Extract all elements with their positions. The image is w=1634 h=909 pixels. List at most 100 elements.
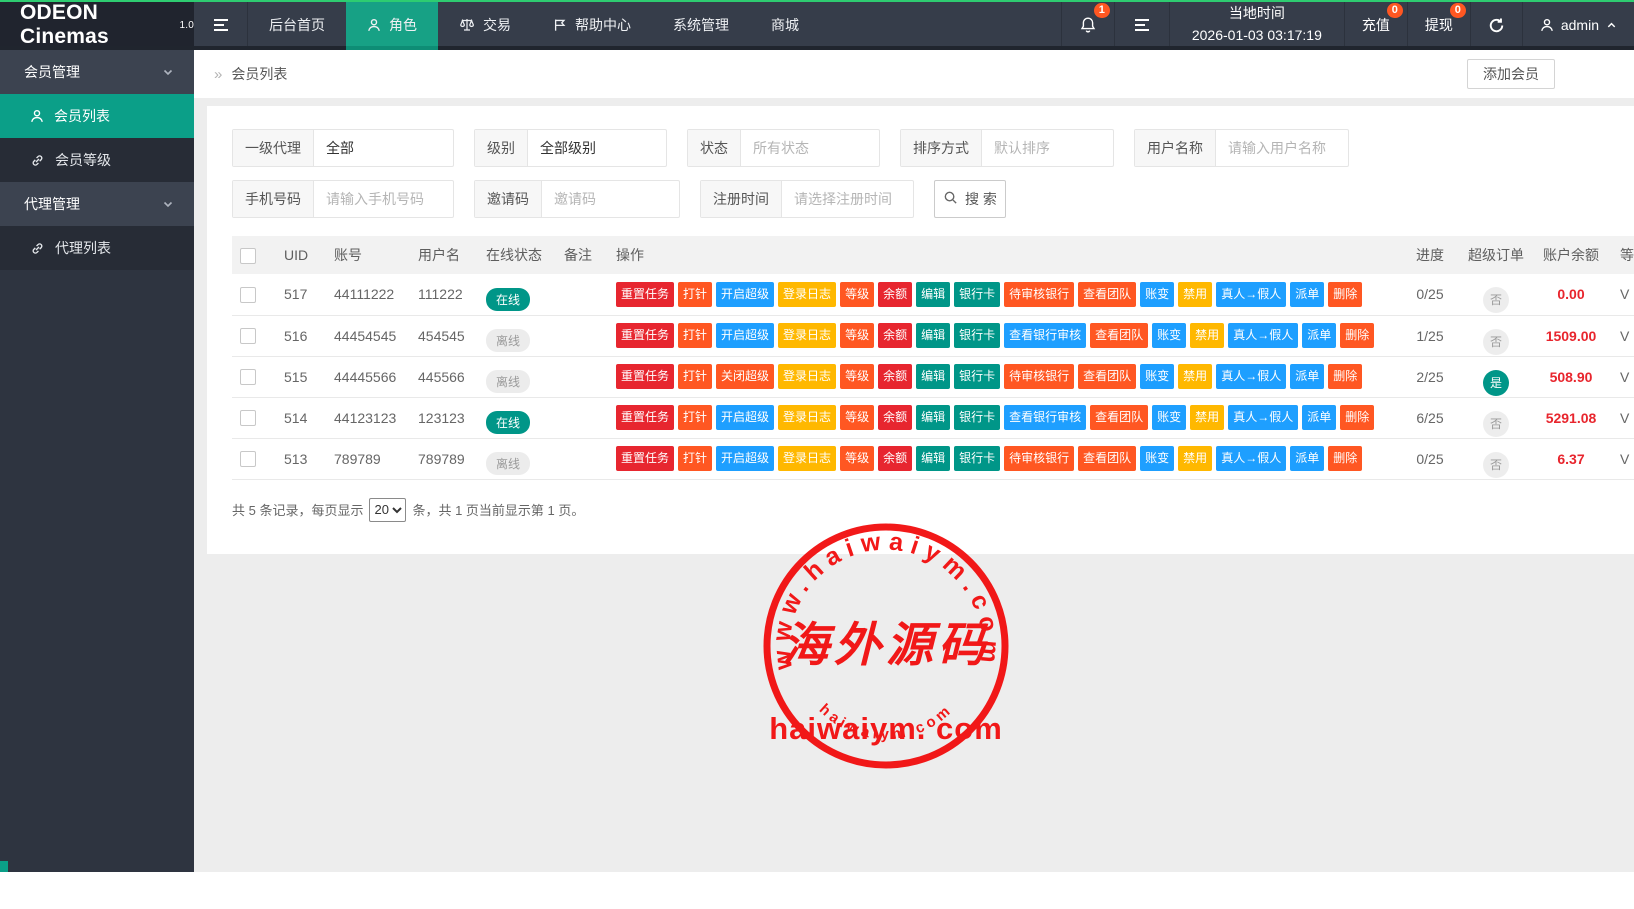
enable-super-button[interactable]: 开启超级 bbox=[716, 323, 774, 348]
login-log-button[interactable]: 登录日志 bbox=[778, 405, 836, 430]
withdraw-button[interactable]: 提现 0 bbox=[1407, 0, 1470, 50]
account-change-button[interactable]: 账变 bbox=[1140, 446, 1174, 471]
dispatch-order-button[interactable]: 派单 bbox=[1302, 405, 1336, 430]
pending-bank-review-button[interactable]: 待审核银行 bbox=[1004, 364, 1074, 389]
nav-item-1[interactable]: 角色 bbox=[346, 0, 438, 50]
row-checkbox[interactable] bbox=[240, 451, 256, 467]
disable-button[interactable]: 禁用 bbox=[1190, 323, 1224, 348]
disable-super-button[interactable]: 关闭超级 bbox=[716, 364, 774, 389]
row-checkbox[interactable] bbox=[240, 287, 256, 303]
filter-select-value[interactable]: 全部 bbox=[314, 130, 453, 166]
view-team-button[interactable]: 查看团队 bbox=[1078, 282, 1136, 307]
sidebar-group-0[interactable]: 会员管理 bbox=[0, 50, 194, 94]
bank-card-button[interactable]: 银行卡 bbox=[954, 364, 1000, 389]
filter-text-input[interactable]: 请输入手机号码 bbox=[314, 181, 453, 217]
login-log-button[interactable]: 登录日志 bbox=[778, 323, 836, 348]
user-menu[interactable]: admin bbox=[1522, 0, 1634, 50]
add-member-button[interactable]: 添加会员 bbox=[1467, 59, 1555, 89]
enable-super-button[interactable]: 开启超级 bbox=[716, 446, 774, 471]
nav-item-0[interactable]: 后台首页 bbox=[248, 0, 346, 50]
dispatch-order-button[interactable]: 派单 bbox=[1290, 364, 1324, 389]
reset-task-button[interactable]: 重置任务 bbox=[616, 323, 674, 348]
real-to-fake-button[interactable]: 真人→假人 bbox=[1216, 282, 1286, 307]
inject-button[interactable]: 打针 bbox=[678, 446, 712, 471]
bank-card-button[interactable]: 银行卡 bbox=[954, 323, 1000, 348]
filter-select-value[interactable]: 所有状态 bbox=[741, 130, 879, 166]
level-button[interactable]: 等级 bbox=[840, 282, 874, 307]
edit-button[interactable]: 编辑 bbox=[916, 405, 950, 430]
reset-task-button[interactable]: 重置任务 bbox=[616, 282, 674, 307]
balance-button[interactable]: 余额 bbox=[878, 405, 912, 430]
real-to-fake-button[interactable]: 真人→假人 bbox=[1228, 323, 1298, 348]
search-button[interactable]: 搜 索 bbox=[934, 180, 1006, 218]
nav-item-5[interactable]: 商城 bbox=[750, 0, 820, 50]
view-team-button[interactable]: 查看团队 bbox=[1090, 405, 1148, 430]
edit-button[interactable]: 编辑 bbox=[916, 446, 950, 471]
sidebar-item-0-1[interactable]: 会员等级 bbox=[0, 138, 194, 182]
account-change-button[interactable]: 账变 bbox=[1140, 364, 1174, 389]
level-button[interactable]: 等级 bbox=[840, 364, 874, 389]
notifications-button[interactable]: 1 bbox=[1061, 0, 1114, 50]
balance-button[interactable]: 余额 bbox=[878, 282, 912, 307]
reset-task-button[interactable]: 重置任务 bbox=[616, 405, 674, 430]
view-team-button[interactable]: 查看团队 bbox=[1078, 364, 1136, 389]
balance-button[interactable]: 余额 bbox=[878, 364, 912, 389]
filter-text-input[interactable]: 请输入用户名称 bbox=[1216, 130, 1348, 166]
disable-button[interactable]: 禁用 bbox=[1178, 282, 1212, 307]
enable-super-button[interactable]: 开启超级 bbox=[716, 405, 774, 430]
login-log-button[interactable]: 登录日志 bbox=[778, 364, 836, 389]
view-team-button[interactable]: 查看团队 bbox=[1078, 446, 1136, 471]
delete-button[interactable]: 删除 bbox=[1328, 364, 1362, 389]
reset-task-button[interactable]: 重置任务 bbox=[616, 364, 674, 389]
delete-button[interactable]: 删除 bbox=[1340, 323, 1374, 348]
real-to-fake-button[interactable]: 真人→假人 bbox=[1228, 405, 1298, 430]
disable-button[interactable]: 禁用 bbox=[1178, 446, 1212, 471]
nav-item-3[interactable]: 帮助中心 bbox=[532, 0, 652, 50]
sidebar-item-1-0[interactable]: 代理列表 bbox=[0, 226, 194, 270]
page-size-select[interactable]: 20 bbox=[369, 498, 406, 522]
balance-button[interactable]: 余额 bbox=[878, 446, 912, 471]
pending-bank-review-button[interactable]: 待审核银行 bbox=[1004, 282, 1074, 307]
menu-toggle-icon[interactable] bbox=[194, 0, 248, 50]
level-button[interactable]: 等级 bbox=[840, 405, 874, 430]
edit-button[interactable]: 编辑 bbox=[916, 323, 950, 348]
enable-super-button[interactable]: 开启超级 bbox=[716, 282, 774, 307]
filter-text-input[interactable]: 邀请码 bbox=[542, 181, 679, 217]
dispatch-order-button[interactable]: 派单 bbox=[1290, 446, 1324, 471]
login-log-button[interactable]: 登录日志 bbox=[778, 282, 836, 307]
delete-button[interactable]: 删除 bbox=[1340, 405, 1374, 430]
dispatch-order-button[interactable]: 派单 bbox=[1290, 282, 1324, 307]
level-button[interactable]: 等级 bbox=[840, 323, 874, 348]
recharge-button[interactable]: 充值 0 bbox=[1344, 0, 1407, 50]
bank-card-button[interactable]: 银行卡 bbox=[954, 446, 1000, 471]
refresh-button[interactable] bbox=[1470, 0, 1522, 50]
view-bank-review-button[interactable]: 查看银行审核 bbox=[1004, 323, 1086, 348]
view-team-button[interactable]: 查看团队 bbox=[1090, 323, 1148, 348]
dispatch-order-button[interactable]: 派单 bbox=[1302, 323, 1336, 348]
edit-button[interactable]: 编辑 bbox=[916, 364, 950, 389]
login-log-button[interactable]: 登录日志 bbox=[778, 446, 836, 471]
inject-button[interactable]: 打针 bbox=[678, 282, 712, 307]
level-button[interactable]: 等级 bbox=[840, 446, 874, 471]
delete-button[interactable]: 删除 bbox=[1328, 282, 1362, 307]
disable-button[interactable]: 禁用 bbox=[1190, 405, 1224, 430]
row-checkbox[interactable] bbox=[240, 410, 256, 426]
filter-select-value[interactable]: 默认排序 bbox=[982, 130, 1113, 166]
account-change-button[interactable]: 账变 bbox=[1152, 323, 1186, 348]
disable-button[interactable]: 禁用 bbox=[1178, 364, 1212, 389]
row-checkbox[interactable] bbox=[240, 369, 256, 385]
nav-item-4[interactable]: 系统管理 bbox=[652, 0, 750, 50]
reset-task-button[interactable]: 重置任务 bbox=[616, 446, 674, 471]
filter-text-input[interactable]: 请选择注册时间 bbox=[782, 181, 913, 217]
real-to-fake-button[interactable]: 真人→假人 bbox=[1216, 364, 1286, 389]
horizontal-scrollbar-area[interactable] bbox=[0, 872, 1634, 909]
bank-card-button[interactable]: 银行卡 bbox=[954, 282, 1000, 307]
view-bank-review-button[interactable]: 查看银行审核 bbox=[1004, 405, 1086, 430]
row-checkbox[interactable] bbox=[240, 328, 256, 344]
real-to-fake-button[interactable]: 真人→假人 bbox=[1216, 446, 1286, 471]
right-menu-toggle-icon[interactable] bbox=[1114, 0, 1169, 50]
select-all-checkbox[interactable] bbox=[240, 248, 256, 264]
bank-card-button[interactable]: 银行卡 bbox=[954, 405, 1000, 430]
account-change-button[interactable]: 账变 bbox=[1152, 405, 1186, 430]
edit-button[interactable]: 编辑 bbox=[916, 282, 950, 307]
